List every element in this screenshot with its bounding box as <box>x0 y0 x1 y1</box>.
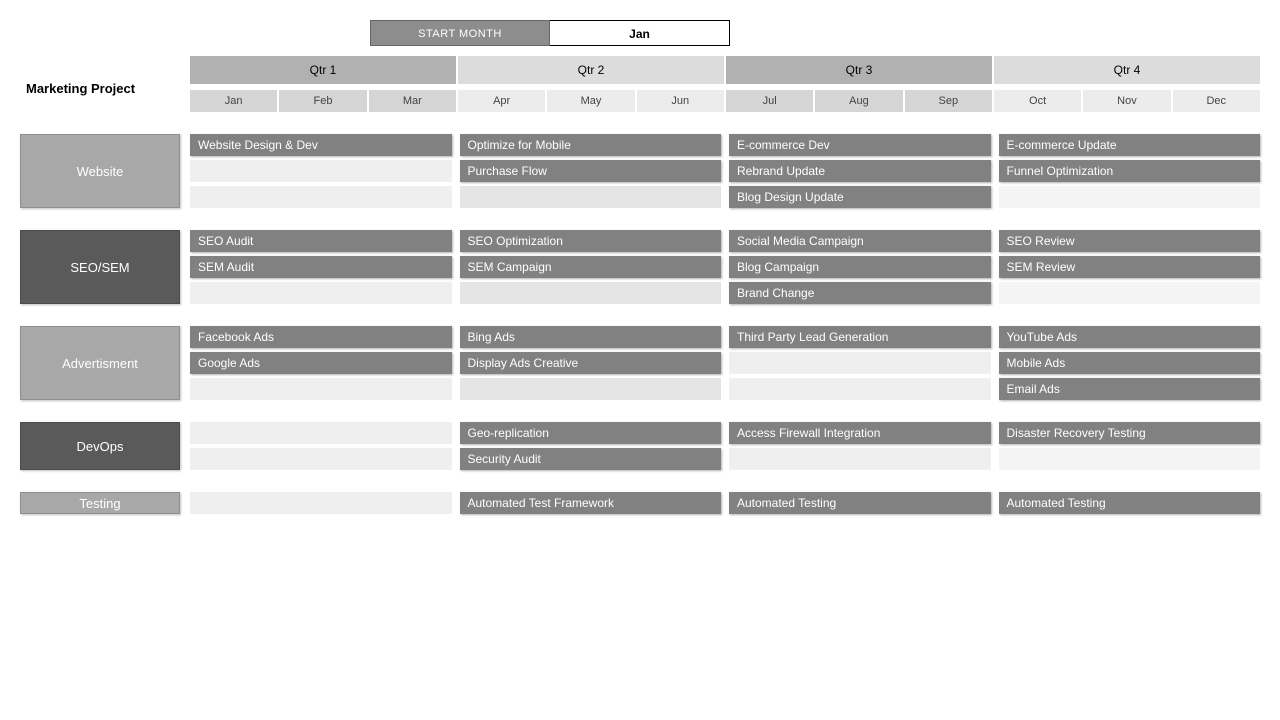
empty-cell <box>999 186 1261 208</box>
start-month-row: START MONTH Jan <box>20 20 1260 46</box>
month-header: Sep <box>905 90 994 112</box>
month-header-row: Jan Feb Mar Apr May Jun Jul Aug Sep Oct … <box>190 90 1260 112</box>
start-month-label: START MONTH <box>370 20 550 46</box>
task-bar[interactable]: Disaster Recovery Testing <box>999 422 1261 444</box>
empty-cell <box>729 378 999 400</box>
section-label: Website <box>20 134 180 208</box>
task-bar[interactable]: Automated Testing <box>999 492 1261 514</box>
empty-cell <box>190 378 460 400</box>
month-header: Jan <box>190 90 279 112</box>
empty-cell <box>190 448 460 470</box>
task-row: Purchase Flow Rebrand Update Funnel Optimi… <box>190 160 1260 182</box>
task-row: Google Ads Display Ads Creative Mobile Ads <box>190 352 1260 374</box>
quarter-header: Qtr 2 <box>458 56 726 84</box>
task-bar[interactable]: Bing Ads <box>460 326 722 348</box>
task-row: Email Ads <box>190 378 1260 400</box>
task-bar[interactable]: SEM Campaign <box>460 256 722 278</box>
month-header: Mar <box>369 90 458 112</box>
month-header: Feb <box>279 90 368 112</box>
task-row: Security Audit <box>190 448 1260 470</box>
task-bar[interactable]: Access Firewall Integration <box>729 422 991 444</box>
month-header: Jun <box>637 90 726 112</box>
task-bar[interactable]: Blog Design Update <box>729 186 991 208</box>
task-bar[interactable]: E-commerce Dev <box>729 134 991 156</box>
month-header: Aug <box>815 90 904 112</box>
section-label: Testing <box>20 492 180 514</box>
month-header: May <box>547 90 636 112</box>
task-bar[interactable]: SEO Optimization <box>460 230 722 252</box>
empty-cell <box>999 448 1261 470</box>
section-label: SEO/SEM <box>20 230 180 304</box>
section-advertisment: Advertisment Facebook Ads Bing Ads Third Pa… <box>20 326 1260 400</box>
task-row: Geo-replication Access Firewall Integrati… <box>190 422 1260 444</box>
task-bar[interactable]: YouTube Ads <box>999 326 1261 348</box>
task-bar[interactable]: Rebrand Update <box>729 160 991 182</box>
section-label: DevOps <box>20 422 180 470</box>
quarter-header-row: Qtr 1 Qtr 2 Qtr 3 Qtr 4 <box>190 56 1260 84</box>
section-website: Website Website Design & Dev Optimize for … <box>20 134 1260 208</box>
empty-cell <box>190 282 460 304</box>
section-seo-sem: SEO/SEM SEO Audit SEO Optimization Social M… <box>20 230 1260 304</box>
task-bar[interactable]: SEM Review <box>999 256 1261 278</box>
task-bar[interactable]: Third Party Lead Generation <box>729 326 991 348</box>
empty-cell <box>190 186 460 208</box>
task-bar[interactable]: Google Ads <box>190 352 452 374</box>
task-bar[interactable]: SEO Audit <box>190 230 452 252</box>
quarter-header: Qtr 1 <box>190 56 458 84</box>
page-title: Marketing Project <box>20 56 180 112</box>
section-testing: TestingAutomated Test FrameworkAutomated… <box>20 492 1260 514</box>
empty-cell <box>729 352 999 374</box>
task-row: Website Design & Dev Optimize for Mobile E… <box>190 134 1260 156</box>
task-bar[interactable]: Funnel Optimization <box>999 160 1261 182</box>
task-bar[interactable]: Optimize for Mobile <box>460 134 722 156</box>
empty-cell <box>460 282 730 304</box>
empty-cell <box>729 448 999 470</box>
section-devops: DevOps Geo-replication Access Firewall Int… <box>20 422 1260 470</box>
empty-cell <box>190 422 460 444</box>
task-row: SEM Audit SEM Campaign Blog Campaign SEM Re… <box>190 256 1260 278</box>
task-bar[interactable]: Social Media Campaign <box>729 230 991 252</box>
task-bar[interactable]: Geo-replication <box>460 422 722 444</box>
task-bar[interactable]: Automated Test Framework <box>460 492 722 514</box>
empty-cell <box>460 378 730 400</box>
empty-cell <box>190 492 460 514</box>
section-label: Advertisment <box>20 326 180 400</box>
empty-cell <box>999 282 1261 304</box>
task-bar[interactable]: Mobile Ads <box>999 352 1261 374</box>
quarter-header: Qtr 4 <box>994 56 1260 84</box>
month-header: Nov <box>1083 90 1172 112</box>
task-bar[interactable]: Brand Change <box>729 282 991 304</box>
month-header: Jul <box>726 90 815 112</box>
task-row: SEO Audit SEO Optimization Social Media Ca… <box>190 230 1260 252</box>
task-row: Facebook Ads Bing Ads Third Party Lead Gen… <box>190 326 1260 348</box>
task-bar[interactable]: Display Ads Creative <box>460 352 722 374</box>
empty-cell <box>190 160 460 182</box>
month-header: Dec <box>1173 90 1260 112</box>
empty-cell <box>460 186 730 208</box>
task-bar[interactable]: E-commerce Update <box>999 134 1261 156</box>
task-bar[interactable]: Website Design & Dev <box>190 134 452 156</box>
task-bar[interactable]: Purchase Flow <box>460 160 722 182</box>
start-month-value[interactable]: Jan <box>550 20 730 46</box>
task-bar[interactable]: Security Audit <box>460 448 722 470</box>
month-header: Apr <box>458 90 547 112</box>
quarter-header: Qtr 3 <box>726 56 994 84</box>
month-header: Oct <box>994 90 1083 112</box>
task-row: Automated Test Framework Automated Testin… <box>190 492 1260 514</box>
task-row: Brand Change <box>190 282 1260 304</box>
task-bar[interactable]: Email Ads <box>999 378 1261 400</box>
task-bar[interactable]: Automated Testing <box>729 492 991 514</box>
task-bar[interactable]: Facebook Ads <box>190 326 452 348</box>
task-bar[interactable]: SEO Review <box>999 230 1261 252</box>
task-row: Blog Design Update <box>190 186 1260 208</box>
task-bar[interactable]: SEM Audit <box>190 256 452 278</box>
task-bar[interactable]: Blog Campaign <box>729 256 991 278</box>
